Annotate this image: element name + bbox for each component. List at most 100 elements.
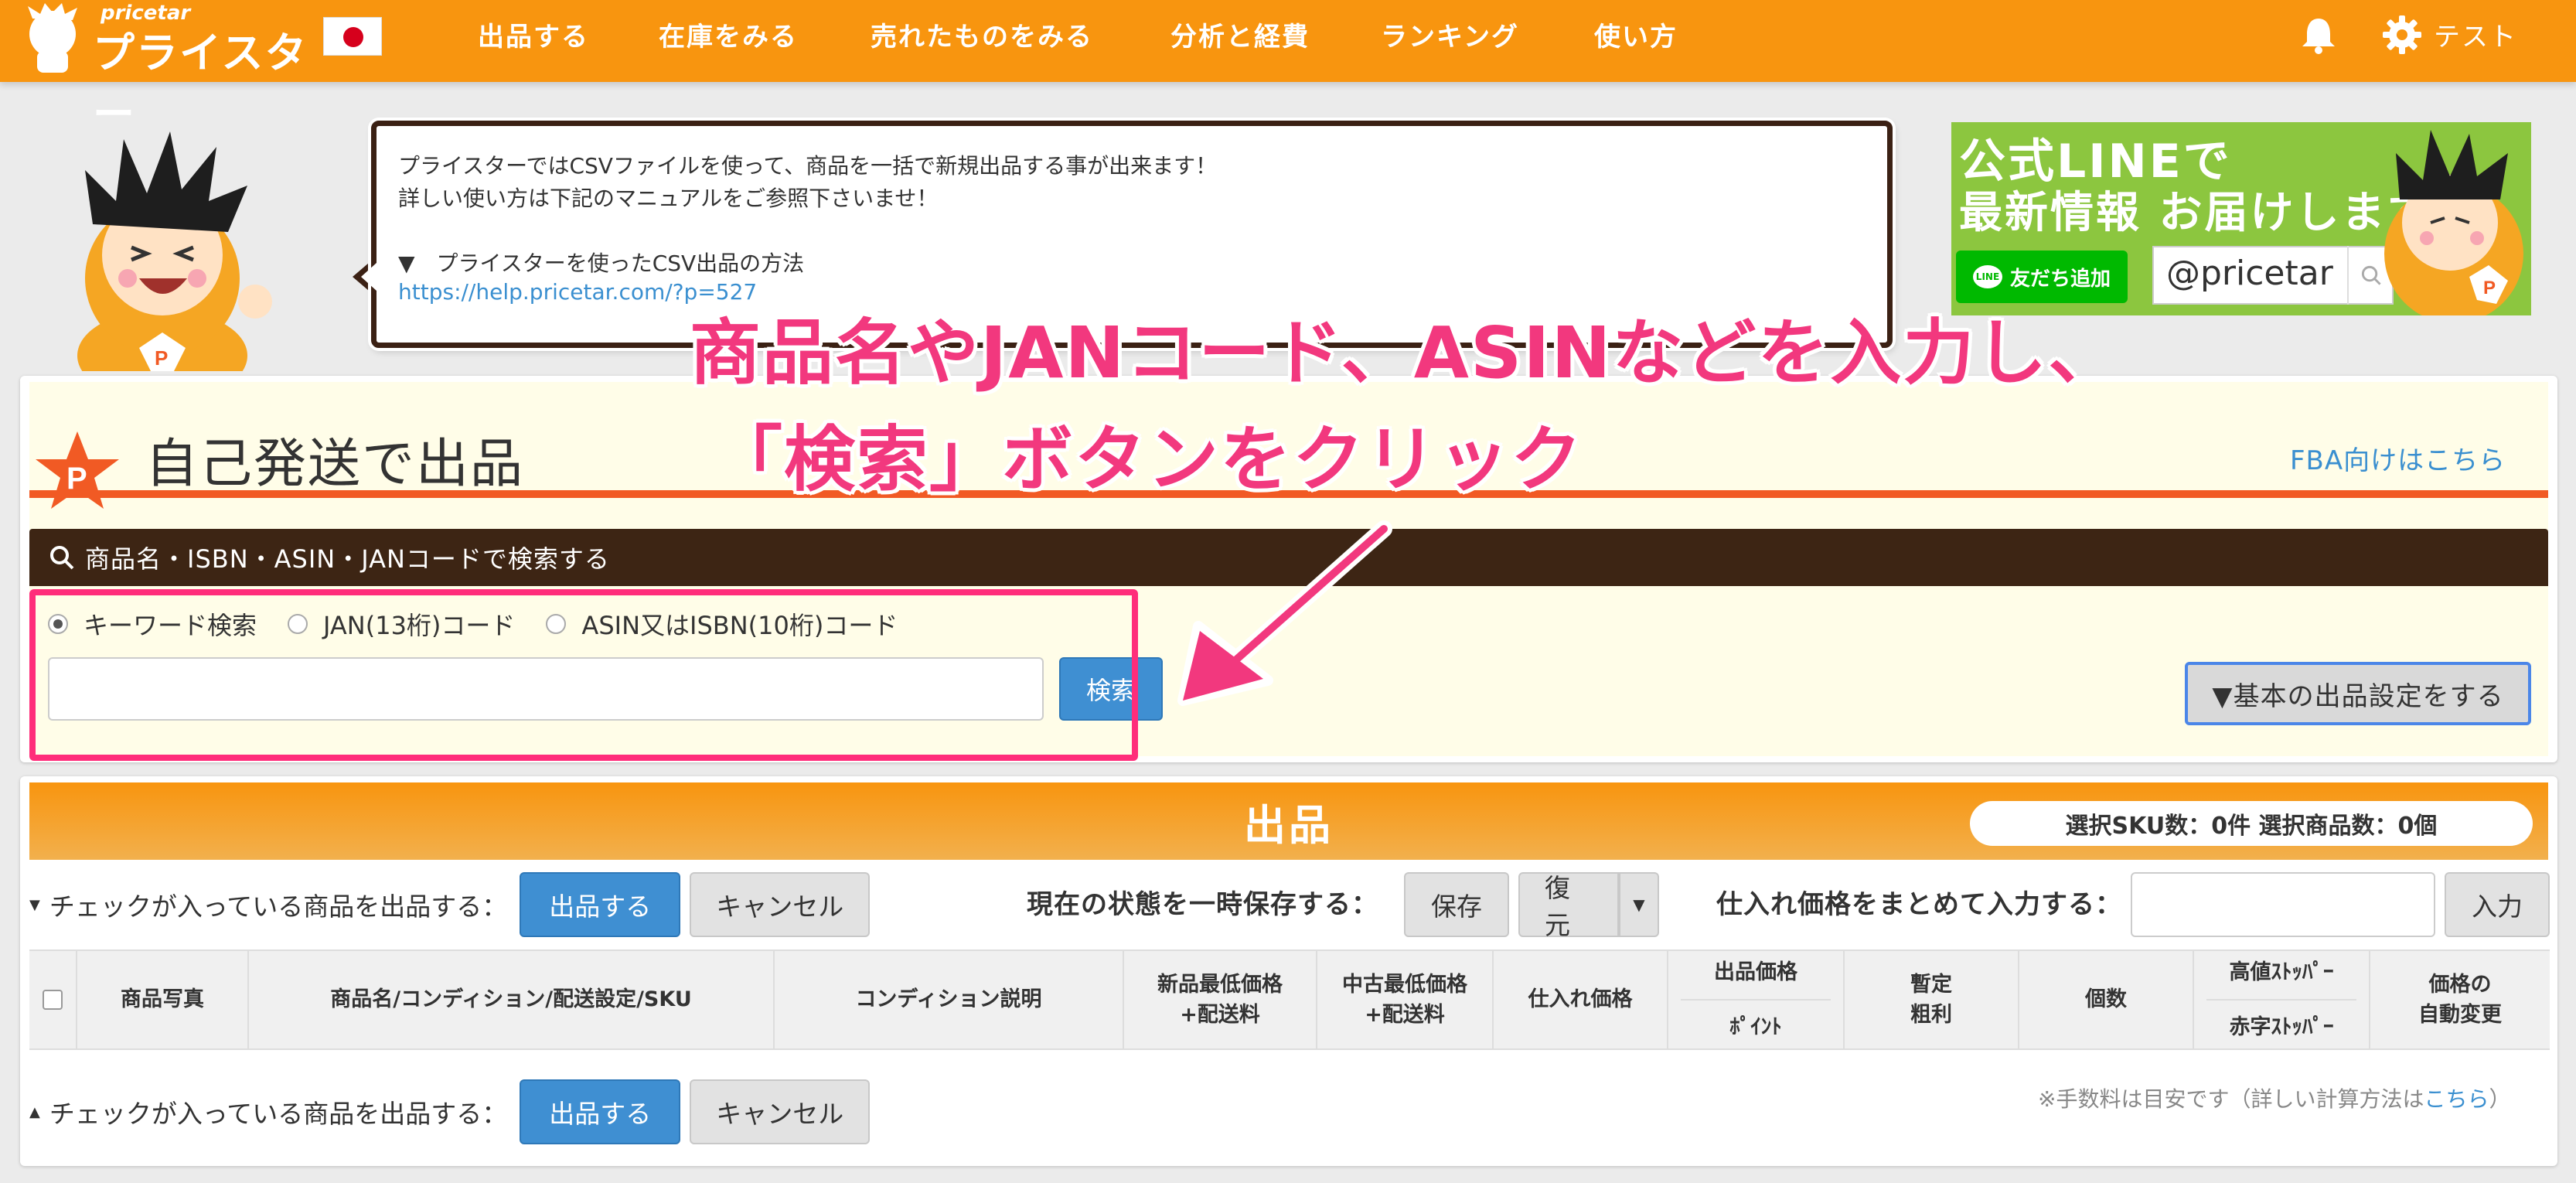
radio-jan-label[interactable]: JAN(13桁)コード xyxy=(323,606,515,642)
fee-note-text: ※手数料は目安です（詳しい計算方法は xyxy=(2038,1086,2424,1112)
th-divider xyxy=(1680,998,1831,1001)
basic-settings-button[interactable]: ▼基本の出品設定をする xyxy=(2185,662,2531,725)
restore-dropdown-toggle[interactable]: ▼ xyxy=(1619,872,1659,937)
bottom-action-row: ▲ チェックが入っている商品を出品する： 出品する キャンセル xyxy=(29,1079,871,1144)
fee-note-end: ） xyxy=(2489,1086,2511,1112)
user-name[interactable]: テスト xyxy=(2434,15,2517,53)
th-auto-label-2: 自動変更 xyxy=(2418,1003,2502,1027)
cancel-button[interactable]: キャンセル xyxy=(690,872,871,937)
th-price-label: 出品価格 xyxy=(1714,960,1797,984)
line-logo-icon: LINE xyxy=(1972,265,2002,288)
annotation-text-1: 商品名やJANコード、ASINなどを入力し、 xyxy=(690,312,2121,394)
th-point-label: ﾎﾟｲﾝﾄ xyxy=(1729,1015,1782,1040)
fba-link[interactable]: FBA向けはこちら xyxy=(2290,439,2506,477)
restore-button[interactable]: 復元 xyxy=(1518,872,1619,940)
th-auto-label-1: 価格の xyxy=(2428,972,2492,997)
top-header: pricetar プライスター 出品する 在庫をみる 売れたものをみる 分析と経… xyxy=(0,0,2576,138)
pricetar-logo[interactable]: pricetar プライスター xyxy=(17,0,311,138)
search-type-radio-group: キーワード検索 JAN(13桁)コード ASIN又はISBN(10桁)コード xyxy=(48,606,929,642)
listing-title: 出品 xyxy=(1244,800,1334,850)
nav-item-sold[interactable]: 売れたものをみる xyxy=(871,15,1093,53)
th-stoppers: 高値ｽﾄｯﾊﾟｰ 赤字ｽﾄｯﾊﾟｰ xyxy=(2194,951,2370,1048)
th-loss-stopper-label: 赤字ｽﾄｯﾊﾟｰ xyxy=(2229,1015,2334,1040)
gear-icon[interactable] xyxy=(2381,14,2423,56)
th-name-label: 商品名/コンディション/配送設定/SKU xyxy=(330,987,692,1012)
annotation-text-2: 「検索」ボタンをクリック xyxy=(711,418,1584,501)
action-label: チェックが入っている商品を出品する： xyxy=(49,1099,508,1129)
bubble-text-3: ▼ プライスターを使ったCSV出品の方法 xyxy=(398,251,805,276)
th-auto-price: 価格の 自動変更 xyxy=(2370,951,2550,1048)
annotation-arrow-icon xyxy=(1177,520,1392,706)
th-name: 商品名/コンディション/配送設定/SKU xyxy=(249,951,775,1048)
radio-asin[interactable] xyxy=(546,614,567,634)
radio-keyword-label[interactable]: キーワード検索 xyxy=(83,606,257,642)
th-quantity: 個数 xyxy=(2019,951,2194,1048)
mascot-illustration: P xyxy=(77,131,272,371)
th-new-min-price: 新品最低価格 +配送料 xyxy=(1124,951,1317,1048)
th-divider xyxy=(2206,998,2357,1001)
th-cost: 仕入れ価格 xyxy=(1494,951,1668,1048)
cancel-button[interactable]: キャンセル xyxy=(690,1079,871,1144)
bubble-text-1: プライスターではCSVファイルを使って、商品を一括で新規出品する事が出来ます！ xyxy=(398,153,1218,179)
save-state-label: 現在の状態を一時保存する： xyxy=(1027,889,1378,920)
th-profit: 暫定 粗利 xyxy=(1845,951,2019,1048)
svg-text:P: P xyxy=(155,346,168,370)
select-all-checkbox[interactable] xyxy=(43,990,63,1010)
th-new-min-label-2: +配送料 xyxy=(1180,1003,1260,1027)
th-used-min-price: 中古最低価格 +配送料 xyxy=(1317,951,1494,1048)
th-profit-label-1: 暫定 xyxy=(1910,972,1952,997)
bubble-text-2: 詳しい使い方は下記のマニュアルをご参照下さいませ！ xyxy=(398,186,939,211)
pricetar-star-icon: P xyxy=(36,431,119,509)
svg-text:P: P xyxy=(66,462,87,496)
radio-jan[interactable] xyxy=(288,614,308,634)
caret-down-icon: ▼ xyxy=(1633,895,1645,914)
caret-down-icon: ▼ xyxy=(29,896,40,913)
list-selected-button[interactable]: 出品する xyxy=(520,1079,681,1144)
radio-keyword[interactable] xyxy=(48,614,68,634)
search-icon xyxy=(50,546,74,570)
action-label: チェックが入っている商品を出品する： xyxy=(49,892,508,922)
logo-wordmark: プライスター xyxy=(93,29,308,138)
nav-item-inventory[interactable]: 在庫をみる xyxy=(659,15,798,53)
line-official-banner[interactable]: 公式LINEで 最新情報 お届けします！ LINE 友だち追加 @priceta… xyxy=(1951,122,2531,315)
fee-calc-link[interactable]: こちら xyxy=(2424,1086,2489,1112)
th-profit-label-2: 粗利 xyxy=(1910,1003,1952,1027)
th-price-point: 出品価格 ﾎﾟｲﾝﾄ xyxy=(1668,951,1845,1048)
bulk-cost-label: 仕入れ価格をまとめて入力する： xyxy=(1716,889,2122,920)
listing-header: 出品 選択SKU数：0件 選択商品数：0個 xyxy=(29,782,2548,860)
th-condition-note-label: コンディション説明 xyxy=(855,987,1042,1012)
caret-up-icon: ▲ xyxy=(29,1103,40,1120)
th-used-min-label-1: 中古最低価格 xyxy=(1342,972,1467,997)
th-new-min-label-1: 新品最低価格 xyxy=(1157,972,1283,997)
page-title: 自己発送で出品 xyxy=(145,434,525,495)
bell-icon[interactable] xyxy=(2299,15,2338,56)
search-button[interactable]: 検索 xyxy=(1059,657,1163,721)
radio-asin-label[interactable]: ASIN又はISBN(10桁)コード xyxy=(581,606,898,642)
fee-note: ※手数料は目安です（詳しい計算方法はこちら） xyxy=(2038,1082,2511,1113)
nav-item-howto[interactable]: 使い方 xyxy=(1594,15,1678,53)
list-selected-button[interactable]: 出品する xyxy=(520,872,681,937)
bulk-cost-apply-button[interactable]: 入力 xyxy=(2445,872,2550,937)
nav-item-analysis[interactable]: 分析と経費 xyxy=(1170,15,1310,53)
search-input[interactable] xyxy=(48,657,1044,721)
th-quantity-label: 個数 xyxy=(2085,987,2127,1012)
nav-item-list[interactable]: 出品する xyxy=(478,15,589,53)
th-high-stopper-label: 高値ｽﾄｯﾊﾟｰ xyxy=(2229,960,2334,984)
bulk-cost-input[interactable] xyxy=(2131,872,2435,937)
th-photo: 商品写真 xyxy=(77,951,249,1048)
sku-summary-badge: 選択SKU数：0件 選択商品数：0個 xyxy=(1970,801,2533,846)
save-button[interactable]: 保存 xyxy=(1404,872,1509,937)
line-add-friend-label: 友だち追加 xyxy=(2009,267,2111,291)
search-section-title: 商品名・ISBN・ASIN・JANコードで検索する xyxy=(85,544,610,574)
th-condition-note: コンディション説明 xyxy=(775,951,1124,1048)
top-action-row: ▼ チェックが入っている商品を出品する： 出品する キャンセル xyxy=(29,872,871,937)
th-cost-label: 仕入れ価格 xyxy=(1528,987,1633,1012)
svg-text:P: P xyxy=(2483,278,2496,298)
th-select-all xyxy=(29,951,77,1048)
japan-flag-icon[interactable] xyxy=(323,17,382,56)
nav-item-ranking[interactable]: ランキング xyxy=(1381,15,1519,53)
bubble-tail-inner xyxy=(361,263,377,291)
listing-table-header: 商品写真 商品名/コンディション/配送設定/SKU コンディション説明 新品最低… xyxy=(29,949,2550,1050)
logo-mascot-icon xyxy=(28,3,77,73)
line-mascot-illustration: P xyxy=(2384,130,2523,315)
